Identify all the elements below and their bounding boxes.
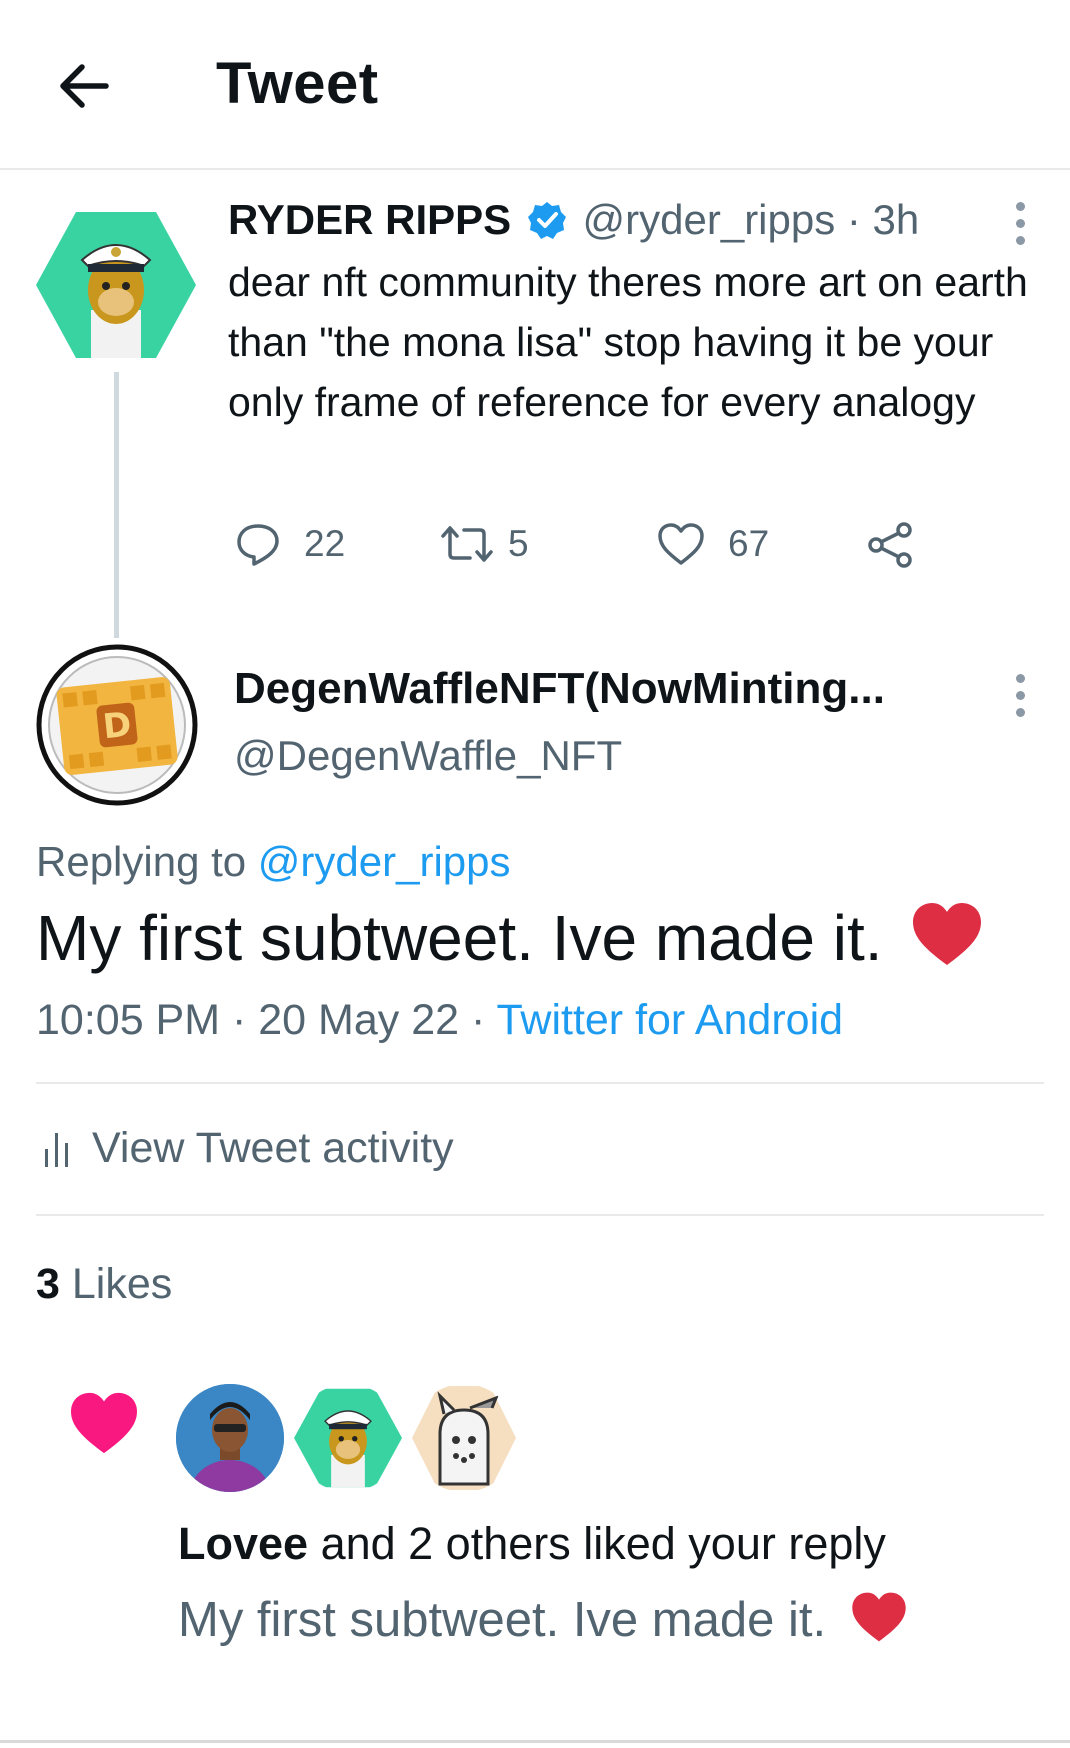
- pink-heart-icon: [71, 1392, 137, 1454]
- bottom-divider: [0, 1740, 1070, 1743]
- retweet-action[interactable]: 5: [440, 520, 529, 568]
- client-link[interactable]: Twitter for Android: [497, 996, 844, 1044]
- like-action[interactable]: 67: [656, 520, 769, 568]
- notification-text[interactable]: Lovee and 2 others liked your reply: [178, 1518, 886, 1570]
- back-arrow-icon[interactable]: [54, 56, 114, 116]
- liker-avatar-1[interactable]: [176, 1384, 284, 1492]
- notification-reply-preview: My first subtweet. Ive made it.: [178, 1590, 908, 1648]
- notification-message: and 2 others liked your reply: [308, 1518, 886, 1569]
- view-tweet-activity-label: View Tweet activity: [92, 1124, 454, 1172]
- parent-tweet-header: RYDER RIPPS @ryder_ripps · 3h: [228, 196, 919, 244]
- likes-label: Likes: [71, 1260, 173, 1308]
- share-icon: [868, 522, 912, 568]
- reply-icon: [237, 524, 279, 566]
- retweet-count: 5: [508, 523, 529, 564]
- reply-tweet-text: My first subtweet. Ive made it.: [36, 898, 984, 978]
- heart-outline-icon: [658, 523, 704, 565]
- red-heart-emoji-icon: [913, 902, 982, 966]
- reply-author-name[interactable]: DegenWaffleNFT(NowMinting...: [234, 664, 885, 714]
- likes-count: 3: [36, 1260, 60, 1308]
- reply-author-handle[interactable]: @DegenWaffle_NFT: [234, 732, 622, 780]
- red-heart-emoji-icon: [852, 1592, 906, 1642]
- replying-to-prefix: Replying to: [36, 838, 247, 885]
- reply-text: My first subtweet. Ive made it.: [36, 902, 883, 974]
- parent-more-options-icon[interactable]: [1016, 202, 1026, 253]
- verified-badge-icon: [527, 202, 566, 239]
- top-bar: Tweet: [0, 0, 1070, 170]
- parent-tweet-text: dear nft community theres more art on ea…: [228, 259, 1028, 425]
- notification-reply-text: My first subtweet. Ive made it.: [178, 1593, 827, 1647]
- replying-to-line: Replying to @ryder_ripps: [36, 838, 511, 886]
- reply-timestamp: 10:05 PM · 20 May 22 ·: [36, 996, 486, 1044]
- parent-tweet-avatar[interactable]: [36, 210, 196, 360]
- svg-text:D: D: [101, 705, 133, 748]
- parent-tweet-time: · 3h: [846, 196, 920, 243]
- retweet-icon: [441, 526, 493, 562]
- share-action[interactable]: [866, 520, 916, 570]
- divider: [36, 1082, 1044, 1084]
- divider: [36, 1214, 1044, 1216]
- liker-avatar-3[interactable]: [410, 1384, 518, 1492]
- likes-summary[interactable]: 3 Likes: [36, 1260, 172, 1309]
- view-tweet-activity-button[interactable]: View Tweet activity: [44, 1124, 454, 1173]
- liker-avatar-2[interactable]: [294, 1384, 402, 1492]
- reply-tweet-avatar[interactable]: D: [36, 644, 198, 806]
- notification-liker-name: Lovee: [178, 1518, 309, 1569]
- analytics-icon: [45, 1132, 68, 1167]
- replying-to-handle-link[interactable]: @ryder_ripps: [258, 838, 511, 885]
- parent-author-handle[interactable]: @ryder_ripps: [583, 196, 836, 243]
- reply-count: 22: [304, 523, 346, 564]
- reply-action[interactable]: 22: [234, 520, 345, 568]
- page-title: Tweet: [216, 51, 379, 116]
- reply-meta: 10:05 PM · 20 May 22 · Twitter for Andro…: [36, 996, 843, 1045]
- like-count: 67: [728, 523, 770, 564]
- parent-author-name[interactable]: RYDER RIPPS: [228, 196, 511, 243]
- thread-connector-line: [114, 372, 119, 638]
- reply-more-options-icon[interactable]: [1016, 674, 1026, 725]
